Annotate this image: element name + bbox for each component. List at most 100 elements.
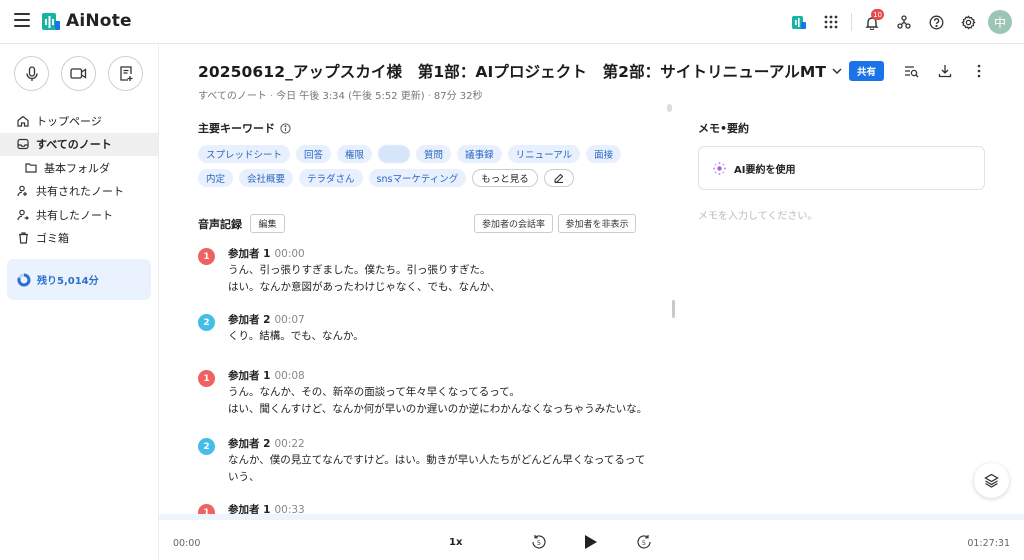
audio-player: 00:00 1x 5 5 01:27:31 [159,514,1024,560]
rewind-seconds: 5 [537,539,541,547]
speaker-name[interactable]: 参加者 1 [228,370,270,382]
keyword-chip[interactable]: 質問 [416,145,452,163]
remaining-minutes: 残り5,014分 [37,276,99,287]
keywords-label: 主要キーワード [198,122,275,135]
speaker-badge: 1 [198,248,215,265]
forward-button[interactable]: 5 [633,531,655,553]
speaker-badge: 2 [198,438,215,455]
layers-button[interactable] [974,463,1009,498]
note-actions: 共有 [849,60,994,82]
transcript-entry[interactable]: 1 参加者 1 00:08 うん。なんか、その、新卒の面談って年々早くなってるって… [198,368,668,436]
timestamp[interactable]: 00:22 [274,438,304,450]
speaker-badge: 1 [198,504,215,514]
keywords-heading: 主要キーワード [198,120,291,136]
ai-summary-label: AI要約を使用 [734,164,796,176]
timestamp[interactable]: 00:33 [274,504,304,514]
transcript-line: はい、聞くんすけど、なんか何が早いのか遅いのか逆にわかんなくなっちゃうみたいな。 [228,403,648,415]
record-audio-button[interactable] [14,56,49,91]
share-button[interactable]: 共有 [849,61,884,81]
timestamp[interactable]: 00:00 [274,248,304,260]
inbox-icon [16,137,30,151]
sidebar-item-basic-folder[interactable]: 基本フォルダ [0,156,158,180]
sidebar-item-shared-by-me[interactable]: 共有したノート [0,203,158,227]
breadcrumb[interactable]: すべてのノート [198,91,267,102]
recording-label: 音声記録 [198,218,242,231]
more-vertical-icon[interactable] [964,60,994,82]
memo-input[interactable]: メモを入力してください。 [698,207,817,222]
keyword-chip[interactable]: 回答 [296,145,332,163]
forward-5-icon: 5 [637,535,651,549]
keyword-chip[interactable]: 内定 [198,169,234,187]
keyword-chip[interactable]: スプレッドシート [198,145,291,163]
sidebar-nav: トップページ すべてのノート 基本フォルダ 共有されたノート 共有したノート ゴ… [0,109,158,250]
more-keywords-button[interactable]: もっと見る [472,169,538,187]
play-button[interactable] [580,531,602,553]
transcript-line: なんか、僕の見立てなんですけど。はい。動きが早い人たちがどんどん早くなってるって [228,454,646,466]
keyword-chip[interactable]: 面接 [586,145,622,163]
scrollbar-top-handle[interactable] [667,104,672,112]
apps-grid-icon[interactable] [815,8,847,36]
chevron-down-icon[interactable] [832,68,842,74]
sidebar-item-top-page[interactable]: トップページ [0,109,158,133]
speaker-badge: 1 [198,370,215,387]
keyword-chip[interactable]: 議事録 [457,145,502,163]
scrollbar-thumb[interactable] [672,300,675,318]
keyword-chips: スプレッドシート 回答 権限 質問 議事録 リニューアル 面接 内定 会社概要 … [198,145,648,187]
transcript-line: いう、 [228,471,260,483]
total-time: 01:27:31 [967,538,1010,549]
download-icon[interactable] [930,60,960,82]
keyword-chip[interactable]: 会社概要 [239,169,294,187]
record-video-button[interactable] [61,56,96,91]
ai-sparkle-icon [713,161,726,175]
speaker-name[interactable]: 参加者 1 [228,504,270,514]
transcript-entry[interactable]: 2 参加者 2 00:22 なんか、僕の見立てなんですけど。はい。動きが早い人たち… [198,436,668,502]
timestamp[interactable]: 00:08 [274,370,304,382]
divider [851,13,852,31]
keyword-chip[interactable]: テラダさん [299,169,363,187]
transcript-entry[interactable]: 2 参加者 2 00:07 くり。結構。でも、なんか。 [198,312,668,368]
new-note-button[interactable] [108,56,143,91]
timestamp[interactable]: 00:07 [274,314,304,326]
sidebar-item-all-notes[interactable]: すべてのノート [0,132,158,156]
play-icon [585,535,597,549]
add-note-icon [119,65,132,81]
ainote-app-icon[interactable] [783,8,815,36]
gear-icon[interactable] [952,8,984,36]
remaining-minutes-card[interactable]: 残り5,014分 [7,259,151,300]
keyword-chip[interactable]: 権限 [337,145,373,163]
speaker-name[interactable]: 参加者 1 [228,248,270,260]
transcript-entry[interactable]: 1 参加者 1 00:00 うん、引っ張りすぎました。僕たち。引っ張りすぎた。 は… [198,246,668,312]
app-logo[interactable]: AiNote [42,11,132,31]
edit-transcript-button[interactable]: 編集 [250,214,285,233]
edit-keywords-button[interactable] [543,169,574,187]
microphone-icon [25,65,38,81]
home-icon [16,114,30,128]
duration: 87分 32秒 [433,91,483,102]
keyword-chip[interactable]: snsマーケティング [368,169,467,187]
bell-icon[interactable]: 10 [856,8,888,36]
sidebar-item-label: すべてのノート [36,138,112,152]
video-camera-icon [70,68,87,79]
organization-icon[interactable] [888,8,920,36]
menu-icon[interactable] [14,13,30,27]
transcript-entry[interactable]: 1 参加者 1 00:33 [198,502,668,514]
search-transcript-icon[interactable] [896,60,926,82]
speaker-badge: 2 [198,314,215,331]
keyword-chip-redacted[interactable] [378,145,411,163]
avatar[interactable]: 中 [988,10,1012,34]
help-icon[interactable] [920,8,952,36]
playback-speed-button[interactable]: 1x [449,537,462,548]
speaker-name[interactable]: 参加者 2 [228,314,270,326]
hide-speakers-button[interactable]: 参加者を非表示 [558,214,636,233]
note-title-row[interactable]: 20250612_アップスカイ様 第1部：AIプロジェクト 第2部：サイトリニュ… [198,60,842,82]
info-icon[interactable] [280,122,291,134]
speaker-name[interactable]: 参加者 2 [228,438,270,450]
sidebar-item-shared-with-me[interactable]: 共有されたノート [0,180,158,204]
rewind-button[interactable]: 5 [528,531,550,553]
playback-progress-bar[interactable] [159,514,1024,520]
memo-title: メモ•要約 [698,122,750,135]
keyword-chip[interactable]: リニューアル [507,145,581,163]
speaker-ratio-button[interactable]: 参加者の会話率 [474,214,553,233]
ai-summary-button[interactable]: AI要約を使用 [698,146,985,190]
sidebar-item-trash[interactable]: ゴミ箱 [0,227,158,251]
